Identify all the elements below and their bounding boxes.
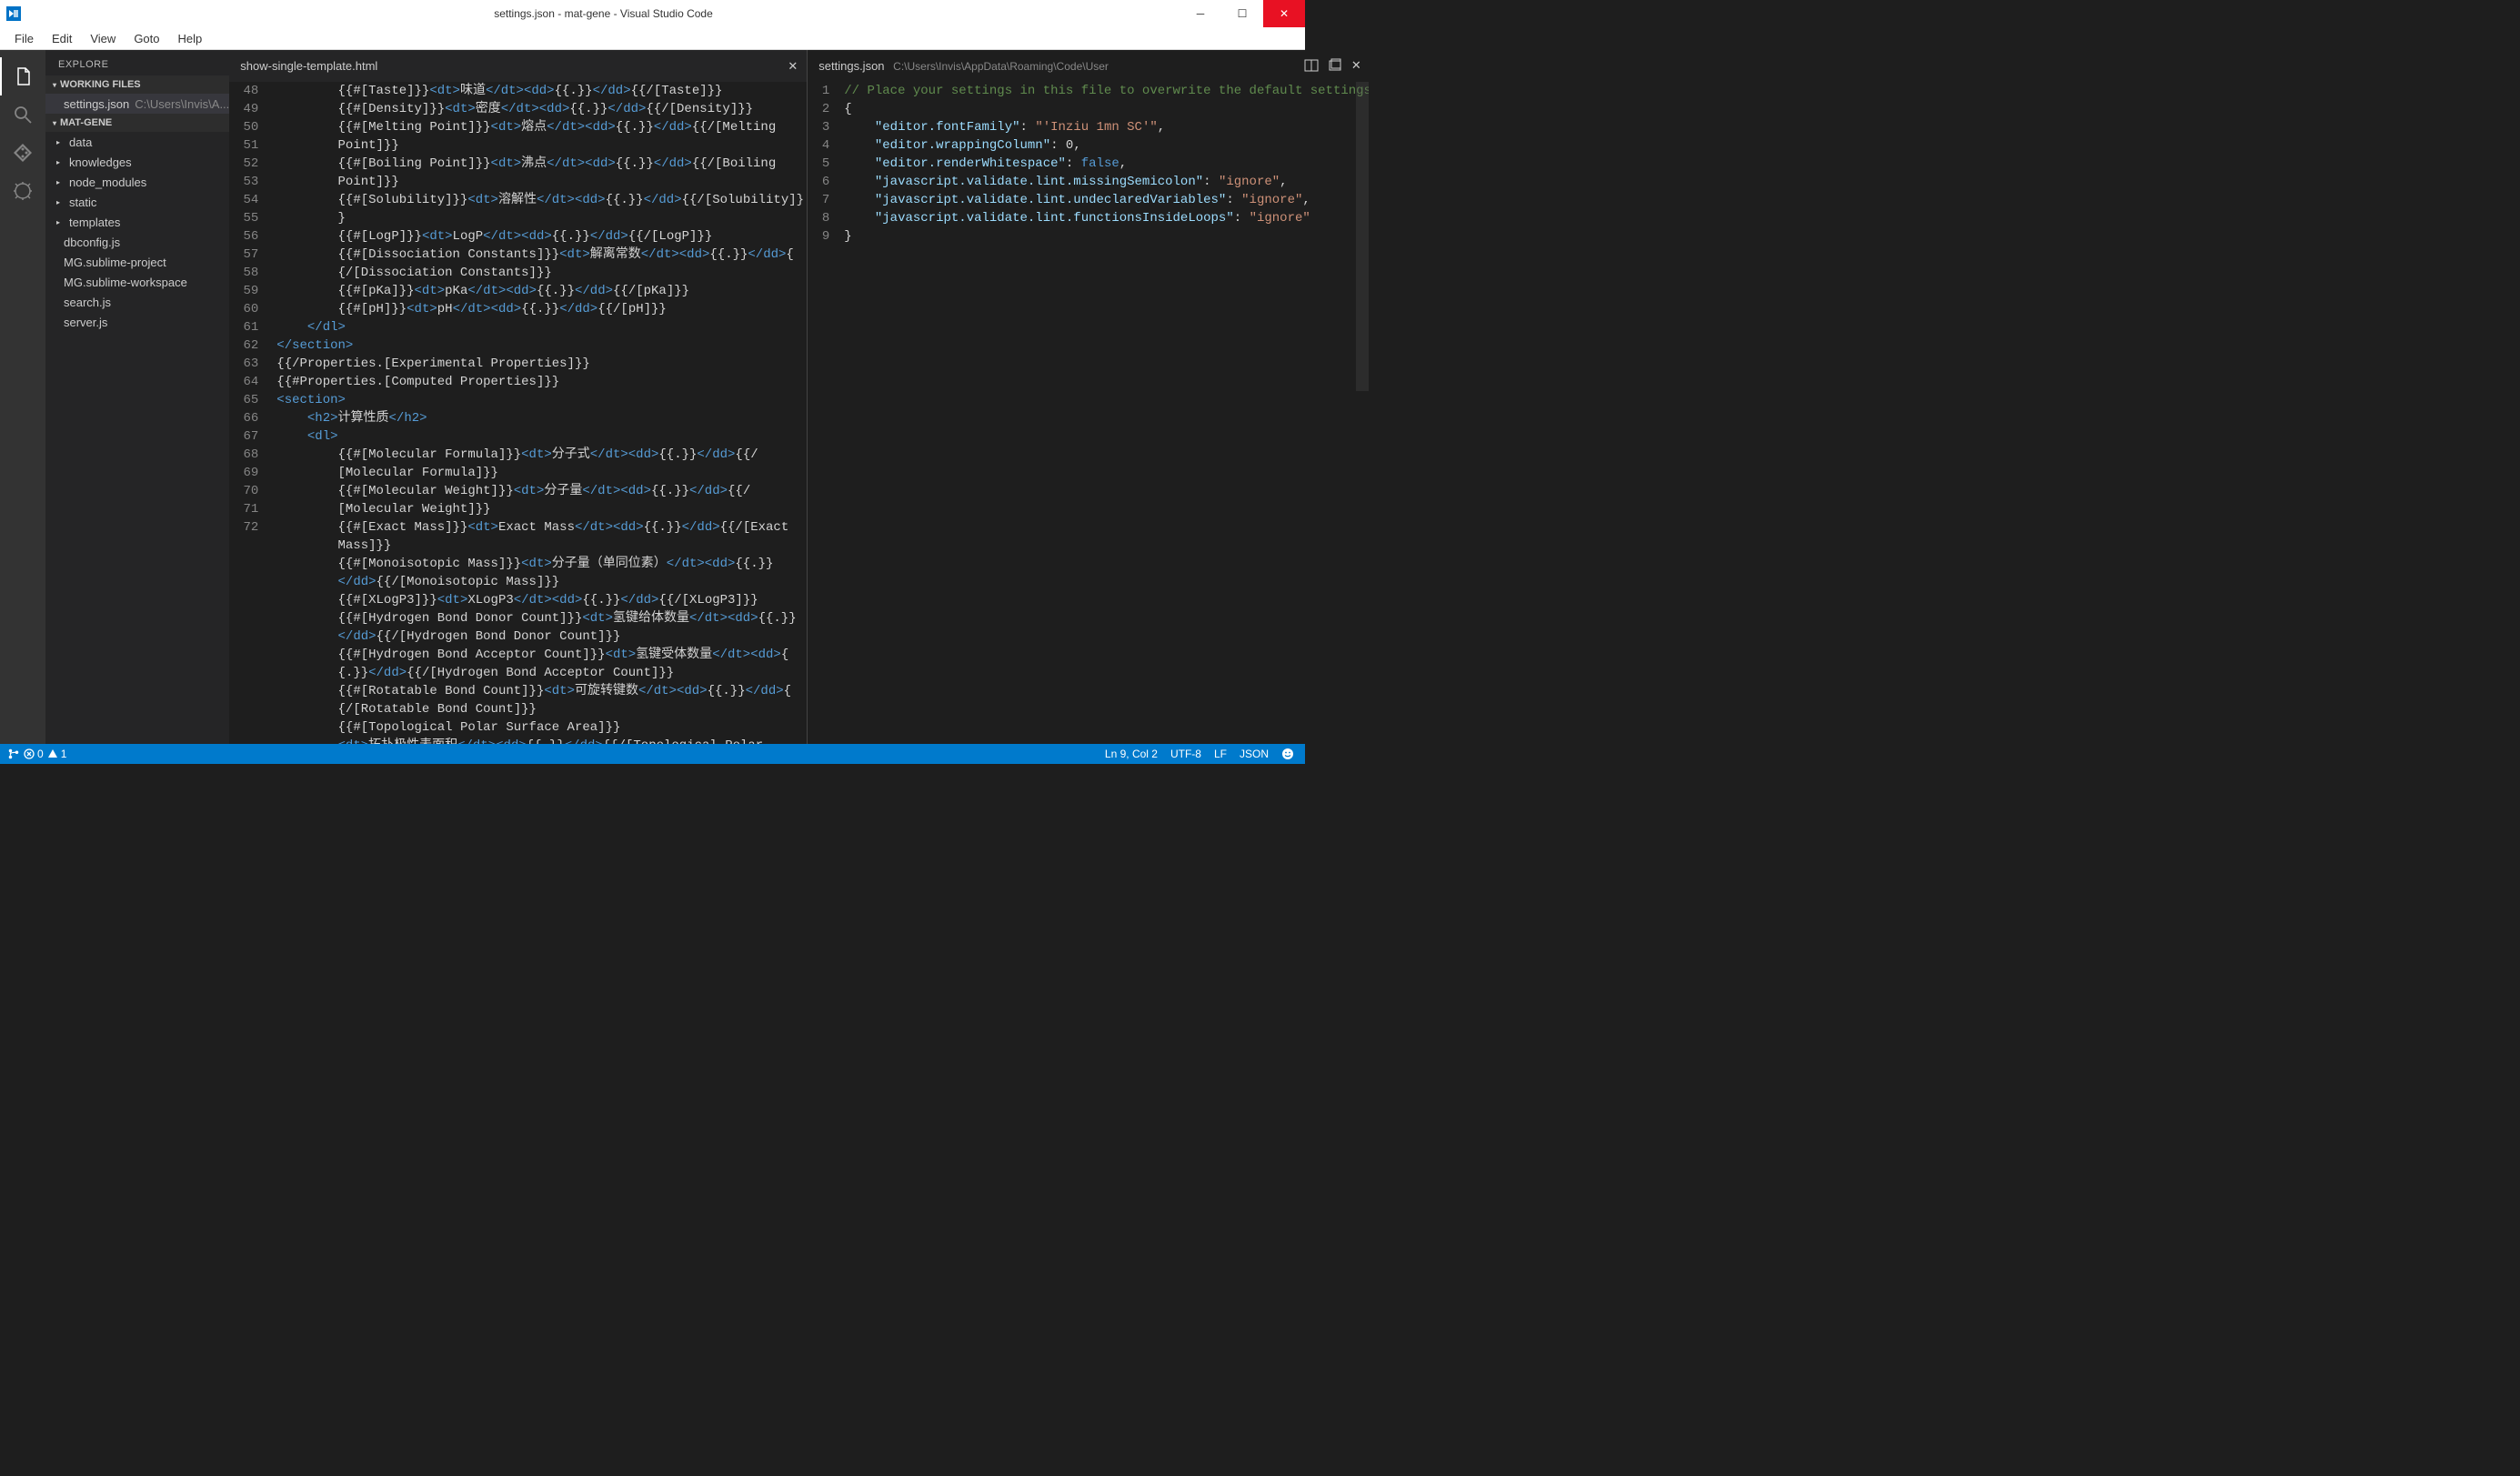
- window-controls: ─ ☐ ✕: [1180, 0, 1305, 27]
- chevron-down-icon: ▾: [53, 81, 56, 89]
- errors-count[interactable]: 0: [24, 748, 44, 760]
- chevron-down-icon: ▾: [53, 119, 56, 127]
- close-tab-icon[interactable]: ✕: [1351, 58, 1361, 73]
- titlebar: settings.json - mat-gene - Visual Studio…: [0, 0, 1305, 27]
- tab-left[interactable]: show-single-template.html: [240, 59, 377, 73]
- chevron-right-icon: ▸: [56, 138, 65, 146]
- file-item[interactable]: server.js: [45, 312, 229, 332]
- status-left: 0 1: [0, 748, 66, 760]
- explorer-icon[interactable]: [0, 57, 45, 95]
- eol[interactable]: LF: [1214, 748, 1227, 760]
- tab-actions: ✕: [1304, 58, 1361, 73]
- scroll-thumb[interactable]: [1356, 82, 1369, 391]
- chevron-right-icon: ▸: [56, 158, 65, 166]
- code-area-left[interactable]: 4849505152535455565758596061626364656667…: [229, 82, 807, 744]
- folder-item[interactable]: ▸node_modules: [45, 172, 229, 192]
- editor-group: show-single-template.html ✕ 484950515253…: [229, 50, 1368, 744]
- editor-left: show-single-template.html ✕ 484950515253…: [229, 50, 807, 744]
- code-left[interactable]: {{#[Taste]}}<dt>味道</dt><dd>{{.}}</dd>{{/…: [273, 82, 807, 744]
- git-branch-icon[interactable]: [7, 748, 20, 760]
- working-file-item[interactable]: settings.json C:\Users\Invis\A...: [45, 94, 229, 114]
- chevron-right-icon: ▸: [56, 218, 65, 226]
- project-label: MAT-GENE: [60, 117, 112, 128]
- menu-help[interactable]: Help: [169, 27, 212, 50]
- folder-item[interactable]: ▸static: [45, 192, 229, 212]
- statusbar: 0 1 Ln 9, Col 2 UTF-8 LF JSON: [0, 744, 1305, 764]
- file-item[interactable]: dbconfig.js: [45, 232, 229, 252]
- chevron-right-icon: ▸: [56, 178, 65, 186]
- activitybar: [0, 50, 45, 744]
- menu-edit[interactable]: Edit: [43, 27, 81, 50]
- close-button[interactable]: ✕: [1263, 0, 1305, 27]
- encoding[interactable]: UTF-8: [1170, 748, 1201, 760]
- file-item[interactable]: MG.sublime-project: [45, 252, 229, 272]
- sidebar-title: EXPLORE: [45, 50, 229, 75]
- tab-bar-left: show-single-template.html ✕: [229, 50, 807, 82]
- project-header[interactable]: ▾ MAT-GENE: [45, 114, 229, 132]
- main-area: EXPLORE ▾ WORKING FILES settings.json C:…: [0, 50, 1305, 744]
- maximize-button[interactable]: ☐: [1221, 0, 1263, 27]
- tab-bar-right: settings.json C:\Users\Invis\AppData\Roa…: [808, 50, 1368, 82]
- code-right[interactable]: // Place your settings in this file to o…: [840, 82, 1368, 744]
- code-area-right[interactable]: 123456789 // Place your settings in this…: [808, 82, 1368, 744]
- search-icon[interactable]: [0, 95, 45, 134]
- editor-right: settings.json C:\Users\Invis\AppData\Roa…: [807, 50, 1368, 744]
- more-actions-icon[interactable]: [1328, 58, 1342, 73]
- menu-view[interactable]: View: [81, 27, 125, 50]
- close-tab-icon[interactable]: ✕: [788, 59, 798, 74]
- folder-item[interactable]: ▸data: [45, 132, 229, 152]
- app-icon: [0, 6, 27, 21]
- debug-icon[interactable]: [0, 172, 45, 210]
- working-files-header[interactable]: ▾ WORKING FILES: [45, 75, 229, 94]
- language-mode[interactable]: JSON: [1240, 748, 1269, 760]
- file-name: settings.json: [64, 97, 129, 111]
- warnings-count[interactable]: 1: [47, 748, 67, 760]
- folder-item[interactable]: ▸templates: [45, 212, 229, 232]
- cursor-position[interactable]: Ln 9, Col 2: [1105, 748, 1158, 760]
- file-item[interactable]: MG.sublime-workspace: [45, 272, 229, 292]
- feedback-icon[interactable]: [1281, 748, 1294, 760]
- file-path: C:\Users\Invis\A...: [135, 97, 229, 111]
- minimize-button[interactable]: ─: [1180, 0, 1221, 27]
- file-item[interactable]: search.js: [45, 292, 229, 312]
- gutter-left: 4849505152535455565758596061626364656667…: [229, 82, 273, 744]
- window-title: settings.json - mat-gene - Visual Studio…: [27, 7, 1180, 20]
- chevron-right-icon: ▸: [56, 198, 65, 206]
- tab-right[interactable]: settings.json C:\Users\Invis\AppData\Roa…: [818, 59, 1109, 73]
- menu-file[interactable]: File: [5, 27, 43, 50]
- menu-goto[interactable]: Goto: [125, 27, 168, 50]
- working-files-label: WORKING FILES: [60, 79, 141, 90]
- scroll-track: [1356, 82, 1369, 744]
- menubar: File Edit View Goto Help: [0, 27, 1305, 50]
- split-editor-icon[interactable]: [1304, 58, 1319, 73]
- status-right: Ln 9, Col 2 UTF-8 LF JSON: [1105, 748, 1305, 760]
- sidebar: EXPLORE ▾ WORKING FILES settings.json C:…: [45, 50, 229, 744]
- folder-item[interactable]: ▸knowledges: [45, 152, 229, 172]
- gutter-right: 123456789: [808, 82, 840, 744]
- git-icon[interactable]: [0, 134, 45, 172]
